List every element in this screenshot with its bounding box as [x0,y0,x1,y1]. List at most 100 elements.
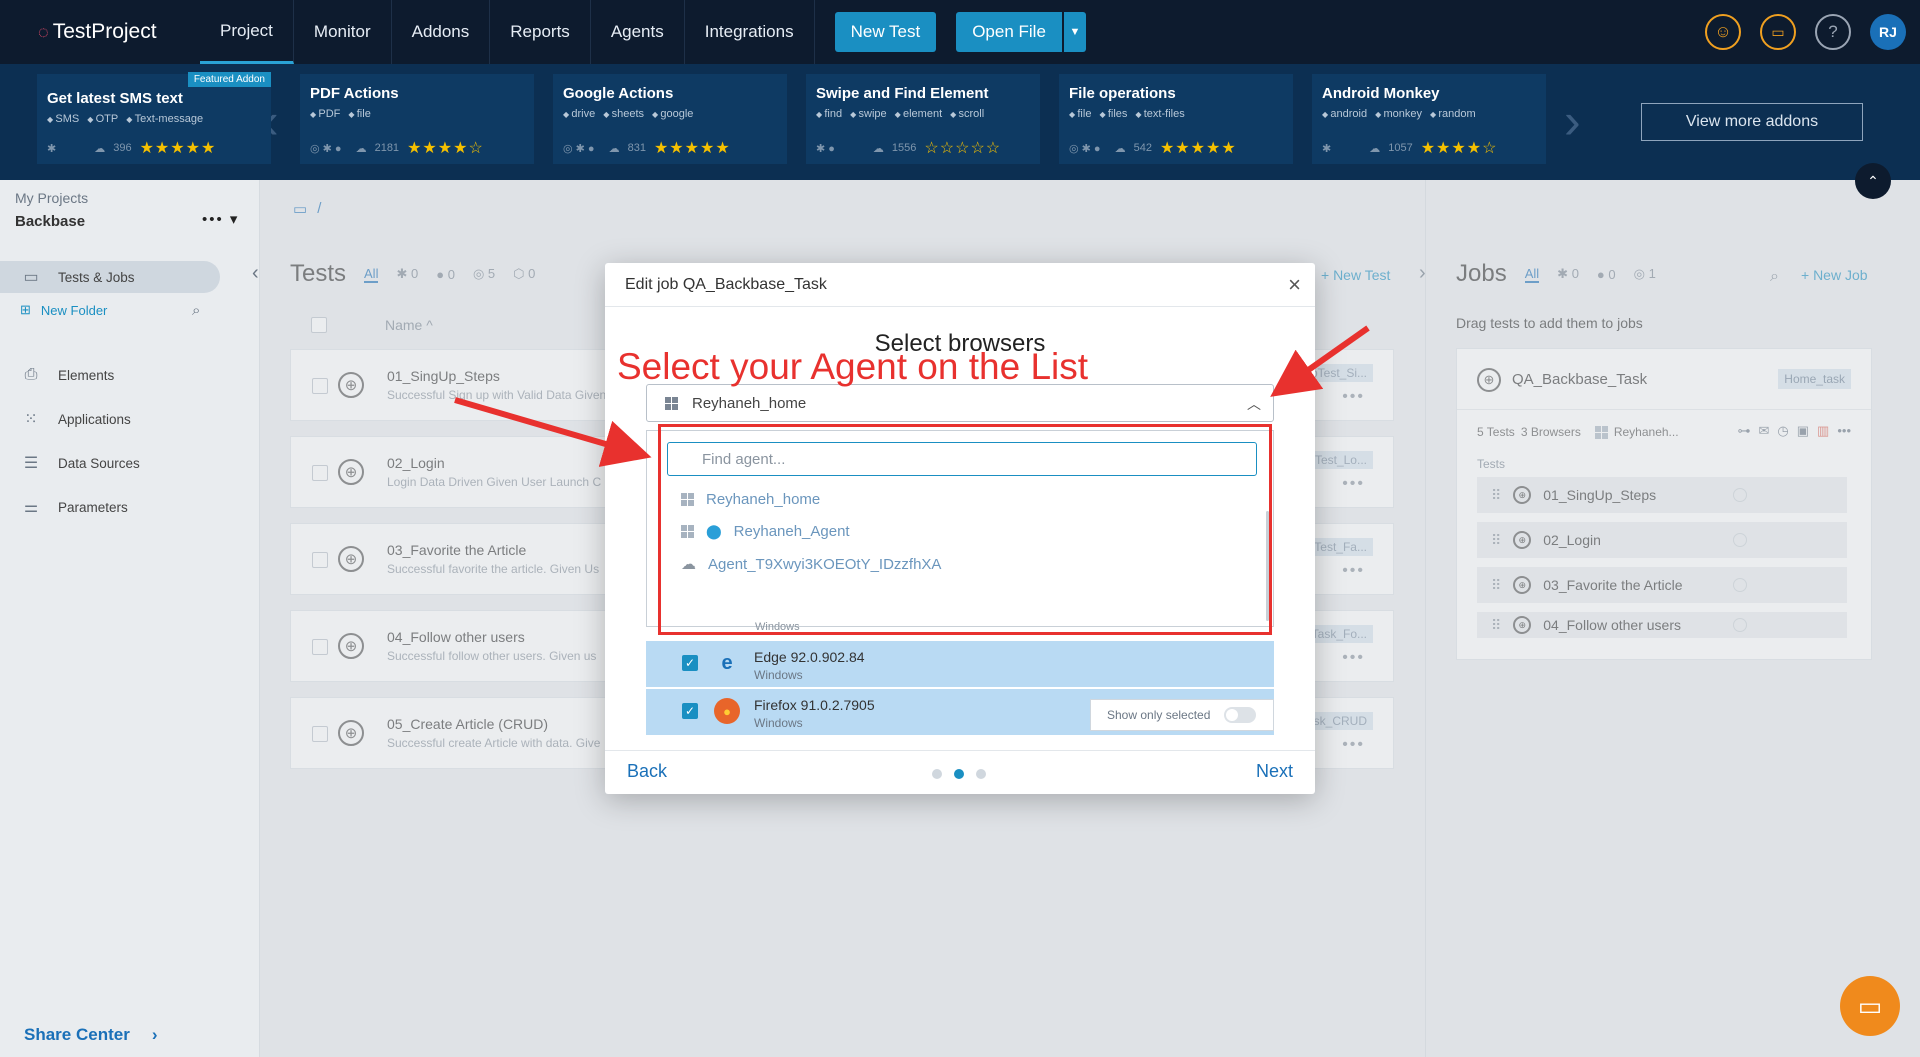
sidebar-item-parameters[interactable]: ⚌ Parameters [0,491,220,523]
new-folder-link[interactable]: ⊞ New Folder [20,302,107,318]
browser-name: Edge 92.0.902.84 [754,649,865,665]
addon-card[interactable]: File operations filefilestext-files ◎ ✱ … [1059,74,1293,164]
collapse-sidebar-icon[interactable]: ‹ [252,262,259,285]
app-logo[interactable]: ◌ TestProject [0,20,200,44]
addon-footer: ◎ ✱ ● ☁ 542 ★★★★★ [1069,140,1237,157]
addon-title: PDF Actions [310,85,399,102]
addon-title: Swipe and Find Element [816,85,989,102]
next-button[interactable]: Next [1256,761,1293,782]
top-nav: ◌ TestProject Project Monitor Addons Repo… [0,0,1920,64]
open-file-button[interactable]: Open File [956,12,1062,52]
nav-tab-monitor[interactable]: Monitor [294,0,392,64]
addons-next-icon[interactable]: › [1564,92,1581,150]
rating-stars: ★★★★★ [653,140,731,157]
add-folder-icon: ⊞ [20,302,31,317]
featured-badge: Featured Addon [187,72,271,87]
my-projects-label: My Projects [15,190,89,206]
download-icon: ☁ [608,142,620,155]
new-test-button[interactable]: New Test [834,12,937,52]
addon-tags: drivesheetsgoogle [563,108,777,120]
edge-icon: e [721,651,733,674]
addon-footer: ◎ ✱ ● ☁ 831 ★★★★★ [563,140,731,157]
user-profile-icon[interactable]: ☺ [1705,14,1741,50]
addon-tags: androidmonkeyrandom [1322,108,1536,120]
rating-stars: ☆☆☆☆☆ [924,140,1002,157]
nav-tab-project[interactable]: Project [200,0,294,64]
platform-icons: ◎ ✱ ● [310,142,342,155]
project-name[interactable]: Backbase [15,213,85,230]
show-only-selected-toggle[interactable] [1224,707,1257,723]
grid-icon: ⁙ [24,411,38,428]
close-icon[interactable]: × [1288,272,1301,298]
addon-title: File operations [1069,85,1176,102]
step-dot [976,769,986,779]
addon-card[interactable]: PDF Actions PDFfile ◎ ✱ ●☁2181★★★★☆ [300,74,534,164]
addon-card[interactable]: Swipe and Find Element findswipeelements… [806,74,1040,164]
addon-tags: PDFfile [310,108,524,120]
help-icon[interactable]: ? [1815,14,1851,50]
annotation-box [658,424,1272,635]
open-file-dropdown-icon[interactable]: ▼ [1063,12,1086,52]
chat-bubble-icon[interactable]: ▭ [1840,976,1900,1036]
platform-icons: ◎ ✱ ● [563,142,595,155]
browser-row[interactable]: ✓ ● Firefox 91.0.2.7905 Windows Show onl… [646,689,1274,735]
chevron-right-icon: › [151,1025,158,1044]
nav-tab-agents[interactable]: Agents [591,0,685,64]
show-only-selected[interactable]: Show only selected [1090,699,1274,731]
monitor-icon[interactable]: ▭ [1760,14,1796,50]
browser-row[interactable]: ✓ e Edge 92.0.902.84 Windows [646,641,1274,687]
android-icon: ✱ [1322,142,1332,155]
step-dot-active [954,769,964,779]
collapse-addons-icon[interactable]: ⌃ [1855,163,1891,199]
sidebar-item-data-sources[interactable]: ☰ Data Sources [0,447,220,479]
firefox-icon: ● [714,698,740,724]
rating-stars: ★★★★★ [1159,140,1237,157]
sidebar-item-applications[interactable]: ⁙ Applications [0,403,220,435]
rating-stars: ★★★★☆ [1420,140,1498,157]
addon-footer: ✱ ☁ 396 ★★★★★ [47,140,217,157]
addon-footer: ✱ ● ☁ 1556 ☆☆☆☆☆ [816,140,1002,157]
view-more-addons-button[interactable]: View more addons [1641,103,1863,141]
addon-title: Get latest SMS text [47,90,183,107]
browser-checkbox[interactable]: ✓ [682,655,698,671]
addon-title: Google Actions [563,85,674,102]
search-icon[interactable]: ⌕ [192,302,200,319]
addon-footer: ◎ ✱ ● ☁ 2181 ★★★★☆ [310,140,484,157]
sidebar-item-tests-jobs[interactable]: ▭ Tests & Jobs [0,261,220,293]
browser-checkbox[interactable]: ✓ [682,703,698,719]
step-indicator [932,769,986,779]
download-icon: ☁ [355,142,367,155]
open-file-group: Open File ▼ [956,12,1086,52]
addon-card[interactable]: Android Monkey androidmonkeyrandom ✱☁105… [1312,74,1546,164]
annotation-text: Select your Agent on the List [617,346,1089,387]
rating-stars: ★★★★☆ [407,140,484,157]
nav-icons: ☺ ▭ ? RJ [1705,14,1906,50]
addon-card[interactable]: Google Actions drivesheetsgoogle ◎ ✱ ●☁8… [553,74,787,164]
database-icon: ☰ [23,455,39,472]
folder-icon: ▭ [23,269,39,286]
logo-mark-icon: ◌ [38,21,49,42]
browser-os: Windows [754,716,803,730]
android-icon: ✱ [47,142,57,155]
addon-card[interactable]: Featured Addon Get latest SMS text SMSOT… [37,72,271,164]
download-icon: ☁ [872,142,884,155]
nav-tab-integrations[interactable]: Integrations [685,0,815,64]
download-icon: ☁ [1369,142,1381,155]
nav-tab-reports[interactable]: Reports [490,0,591,64]
modal-header: Edit job QA_Backbase_Task [605,263,1315,307]
addon-tags: findswipeelementscroll [816,108,1030,120]
chevron-up-icon[interactable]: ︿ [1247,394,1261,414]
step-dot [932,769,942,779]
platform-icons: ◎ ✱ ● [1069,142,1101,155]
share-center-link[interactable]: Share Center › [24,1025,158,1045]
addon-tags: filefilestext-files [1069,108,1283,120]
agent-select[interactable]: Reyhaneh_home ︿ [646,384,1274,422]
elements-icon: ⎙ [24,366,38,383]
nav-tab-addons[interactable]: Addons [392,0,491,64]
back-button[interactable]: Back [627,761,667,782]
addons-strip: ‹ › Featured Addon Get latest SMS text S… [0,64,1920,180]
project-menu-icon[interactable]: ••• ▾ [202,210,239,228]
sidebar-item-elements[interactable]: ⎙ Elements [0,359,220,391]
avatar[interactable]: RJ [1870,14,1906,50]
addon-tags: SMSOTPText-message [47,113,261,125]
